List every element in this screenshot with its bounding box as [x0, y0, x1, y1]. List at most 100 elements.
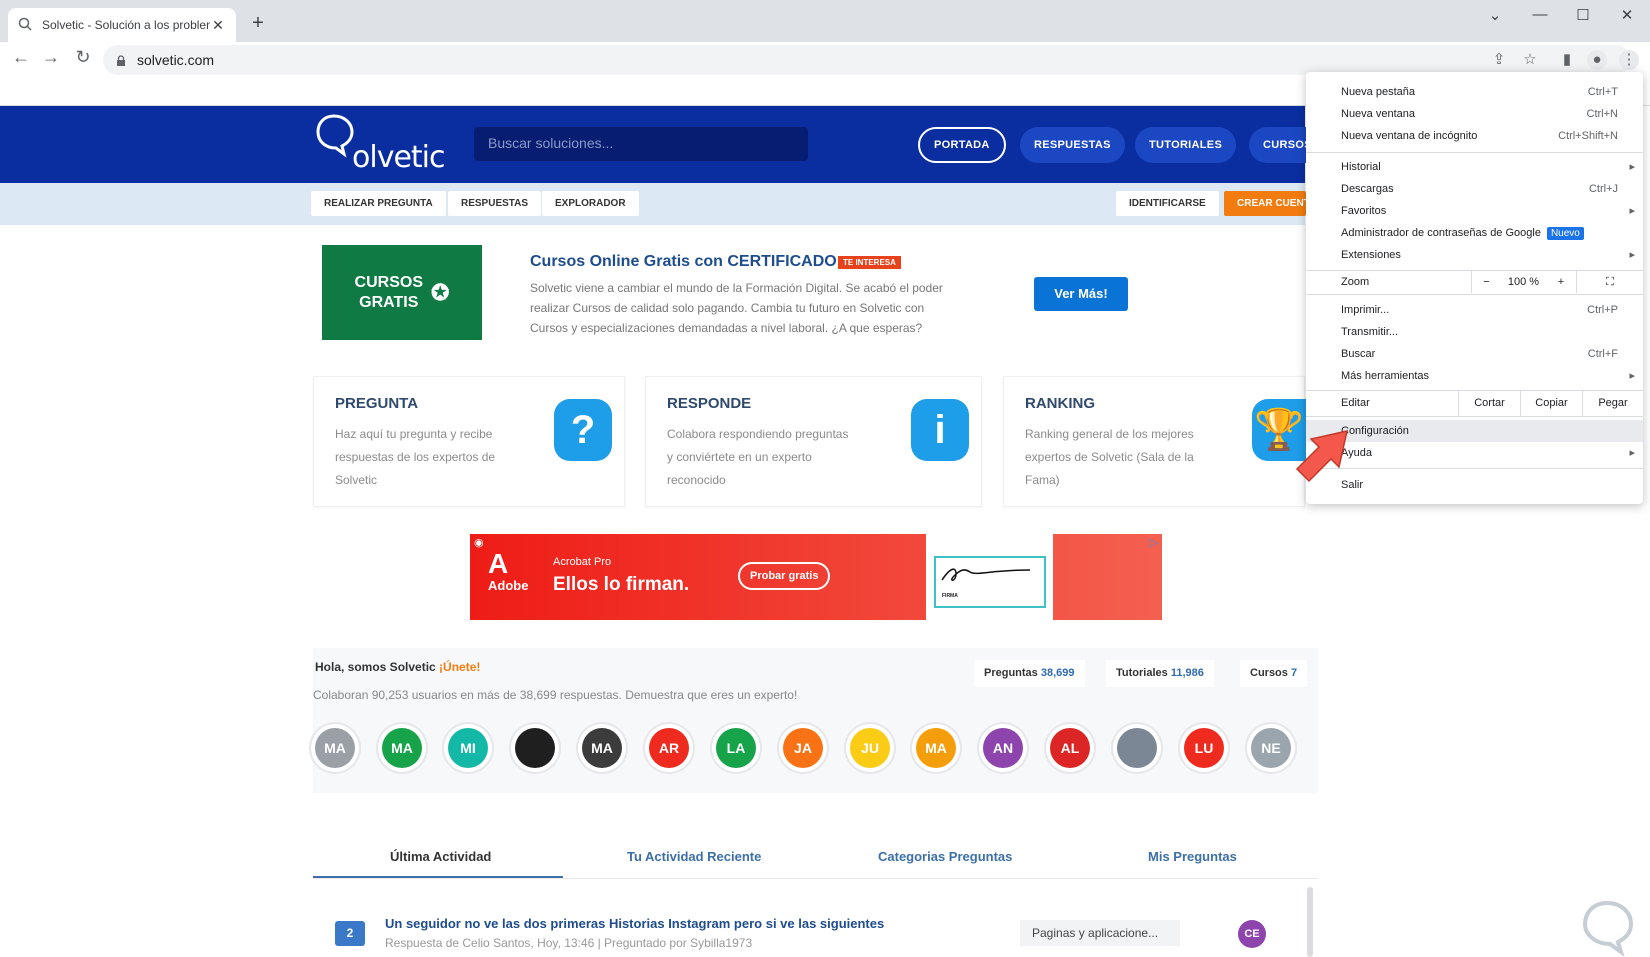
ranking-card[interactable]: RANKING Ranking general de los mejores e… [1003, 376, 1306, 507]
member-avatar[interactable]: MA [315, 728, 355, 768]
browser-tab[interactable]: Solvetic - Solución a los problem ✕ [8, 8, 236, 42]
nav-tutoriales[interactable]: TUTORIALES [1135, 127, 1237, 163]
ad-choices-icon[interactable]: ▷ [1150, 536, 1158, 549]
menu-incognito[interactable]: Nueva ventana de incógnito Ctrl+Shift+N [1306, 125, 1643, 147]
menu-nueva-pestana[interactable]: Nueva pestaña Ctrl+T [1306, 81, 1643, 103]
solvetic-favicon-icon [18, 17, 34, 33]
new-tab-icon[interactable]: + [248, 12, 268, 35]
member-avatar[interactable]: MA [382, 728, 422, 768]
member-avatar[interactable]: LU [1184, 728, 1224, 768]
stat-cursos[interactable]: Cursos 7 [1240, 660, 1308, 687]
pregunta-card[interactable]: PREGUNTA Haz aquí tu pregunta y recibe r… [313, 376, 625, 507]
crear-cuenta-button[interactable]: CREAR CUENTA [1224, 191, 1306, 216]
tab-categorias[interactable]: Categorias Preguntas [878, 849, 1012, 864]
pegar-button[interactable]: Pegar [1582, 390, 1643, 416]
probar-gratis-button[interactable]: Probar gratis [738, 562, 831, 590]
nav-portada[interactable]: PORTADA [918, 127, 1006, 163]
address-bar[interactable]: solvetic.com [103, 45, 1631, 75]
zoom-out-button[interactable]: − [1471, 271, 1501, 293]
profile-icon[interactable]: ● [1587, 50, 1607, 70]
identificarse-button[interactable]: IDENTIFICARSE [1116, 191, 1219, 216]
tab-mis-preguntas[interactable]: Mis Preguntas [1148, 849, 1237, 864]
maximize-icon[interactable]: ☐ [1568, 6, 1598, 24]
stat-value: 38,699 [1040, 667, 1075, 679]
zoom-in-button[interactable]: + [1546, 271, 1576, 293]
bookmark-star-icon[interactable]: ☆ [1520, 50, 1540, 70]
site-search-input[interactable]: Buscar soluciones... [474, 127, 808, 161]
menu-descargas[interactable]: Descargas Ctrl+J [1306, 178, 1643, 200]
tab-search-icon[interactable]: ⌄ [1480, 6, 1510, 24]
member-avatar[interactable]: MI [448, 728, 488, 768]
member-avatar[interactable] [1117, 728, 1157, 768]
stat-preguntas[interactable]: Preguntas 38,699 [974, 660, 1085, 687]
promo-title[interactable]: Cursos Online Gratis con CERTIFICADO [530, 253, 837, 271]
adobe-advertisement[interactable]: A Adobe Acrobat Pro Ellos lo firman. Pro… [470, 534, 1162, 620]
minimize-icon[interactable]: — [1525, 6, 1555, 23]
member-avatar[interactable]: AR [649, 728, 689, 768]
cursos-gratis-badge[interactable]: CURSOS GRATIS ✪ [322, 245, 482, 340]
tab-tu-actividad[interactable]: Tu Actividad Reciente [627, 849, 761, 864]
tabs-divider [313, 878, 1318, 879]
side-panel-icon[interactable]: ▮ [1557, 50, 1577, 70]
menu-favoritos[interactable]: Favoritos ▸ [1306, 200, 1643, 222]
menu-passwords[interactable]: Administrador de contraseñas de Google Nu… [1306, 222, 1643, 244]
menu-ayuda[interactable]: Ayuda ▸ [1306, 442, 1643, 464]
avatar[interactable]: CE [1238, 920, 1266, 948]
menu-imprimir[interactable]: Imprimir... Ctrl+P [1306, 299, 1643, 321]
member-avatar[interactable]: MA [582, 728, 622, 768]
card-title: RESPONDE [667, 395, 752, 412]
menu-configuracion[interactable]: Configuración [1306, 420, 1643, 442]
explorador-button[interactable]: EXPLORADOR [542, 191, 639, 216]
member-avatar[interactable]: MA [916, 728, 956, 768]
nav-respuestas[interactable]: RESPUESTAS [1020, 127, 1125, 163]
realizar-pregunta-button[interactable]: REALIZAR PREGUNTA [311, 191, 446, 216]
stat-label: Cursos [1250, 667, 1288, 679]
member-avatar[interactable] [515, 728, 555, 768]
menu-historial[interactable]: Historial ▸ [1306, 156, 1643, 178]
back-icon[interactable]: ← [10, 47, 32, 68]
cortar-button[interactable]: Cortar [1458, 390, 1520, 416]
close-tab-icon[interactable]: ✕ [210, 17, 226, 34]
member-avatar[interactable]: AN [983, 728, 1023, 768]
ver-mas-button[interactable]: Ver Más! [1034, 277, 1128, 311]
reload-icon[interactable]: ↻ [72, 47, 94, 68]
menu-label: Nueva ventana de incógnito [1341, 130, 1478, 142]
menu-salir[interactable]: Salir [1306, 474, 1643, 496]
promo-description: Solvetic viene a cambiar el mundo de la … [530, 281, 943, 335]
member-avatar[interactable]: JA [783, 728, 823, 768]
copiar-button[interactable]: Copiar [1520, 390, 1582, 416]
member-avatar[interactable]: JU [850, 728, 890, 768]
submenu-arrow-icon: ▸ [1629, 249, 1635, 261]
question-icon: ? [554, 399, 612, 461]
menu-nueva-ventana[interactable]: Nueva ventana Ctrl+N [1306, 103, 1643, 125]
share-icon[interactable]: ⇪ [1489, 50, 1509, 70]
ad-info-icon[interactable]: ◉ [474, 536, 484, 549]
respuestas-button[interactable]: RESPUESTAS [448, 191, 542, 216]
responde-card[interactable]: RESPONDE Colabora respondiendo preguntas… [645, 376, 982, 507]
stat-value: 7 [1290, 667, 1298, 679]
join-link[interactable]: ¡Únete! [439, 660, 480, 674]
menu-label: Buscar [1341, 348, 1376, 360]
menu-shortcut: Ctrl+Shift+N [1558, 130, 1618, 142]
card-text: Ranking general de los mejores expertos … [1025, 427, 1194, 487]
tab-ultima-actividad[interactable]: Última Actividad [390, 849, 491, 864]
menu-separator [1306, 416, 1643, 417]
close-window-icon[interactable]: ✕ [1612, 6, 1642, 24]
category-tag[interactable]: Paginas y aplicacione... [1020, 920, 1180, 946]
forward-icon[interactable]: → [40, 47, 62, 68]
menu-buscar[interactable]: Buscar Ctrl+F [1306, 343, 1643, 365]
menu-transmitir[interactable]: Transmitir... [1306, 321, 1643, 343]
fullscreen-icon[interactable]: ⛶ [1576, 271, 1643, 293]
member-avatar[interactable]: NE [1251, 728, 1291, 768]
menu-label: Descargas [1341, 183, 1394, 195]
page-scrollbar[interactable] [1307, 887, 1313, 957]
member-avatar[interactable]: LA [716, 728, 756, 768]
member-avatar[interactable]: AL [1050, 728, 1090, 768]
menu-mas-herramientas[interactable]: Más herramientas ▸ [1306, 365, 1643, 387]
menu-label: Configuración [1341, 425, 1409, 437]
hello-text: Hola, somos Solvetic [315, 660, 436, 674]
chrome-menu-icon[interactable]: ⋮ [1619, 50, 1639, 70]
stat-tutoriales[interactable]: Tutoriales 11,986 [1106, 660, 1214, 687]
menu-extensiones[interactable]: Extensiones ▸ [1306, 244, 1643, 266]
question-title-link[interactable]: Un seguidor no ve las dos primeras Histo… [385, 916, 884, 931]
